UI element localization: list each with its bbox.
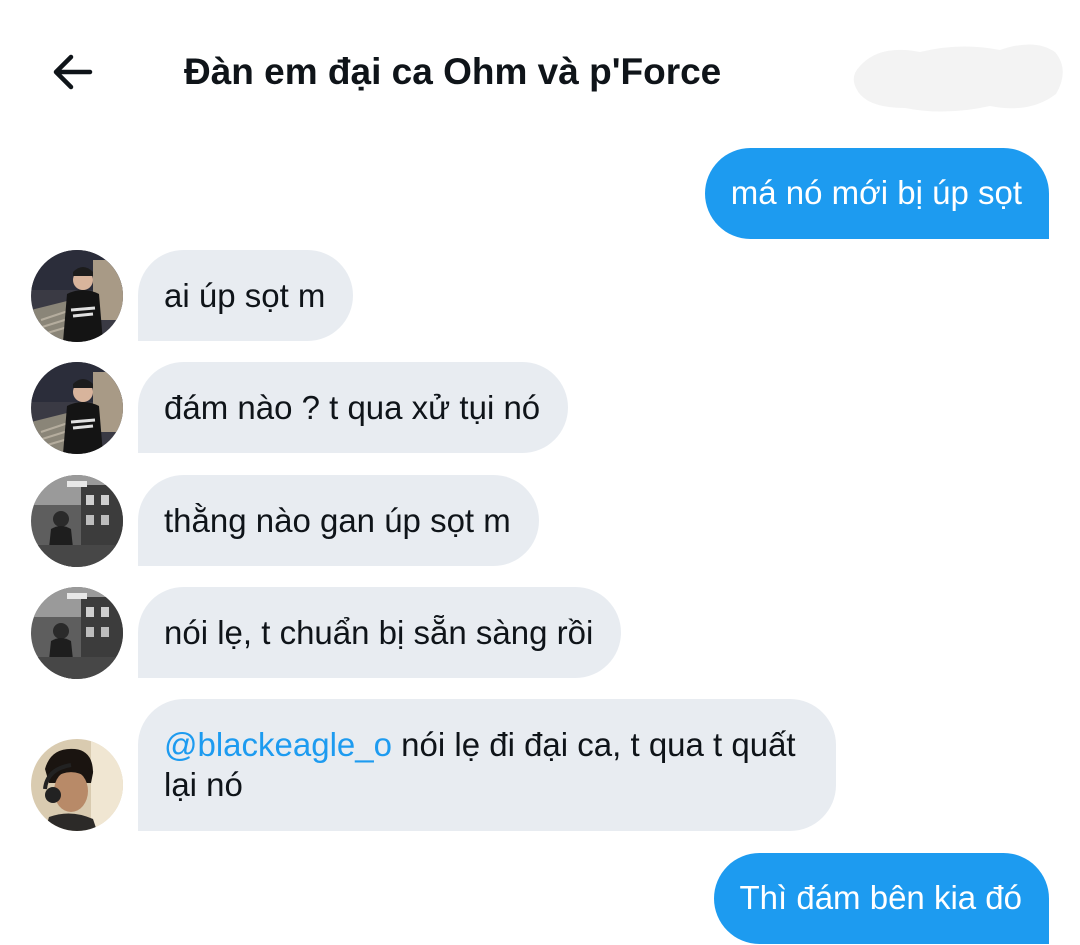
message-text: má nó mới bị úp sọt — [730, 174, 1022, 211]
avatar[interactable] — [31, 362, 123, 454]
avatar[interactable] — [31, 250, 123, 342]
message-outgoing[interactable]: má nó mới bị úp sọt — [704, 148, 1049, 239]
message-text: Thì đám bên kia đó — [739, 879, 1023, 916]
redacted-blur — [850, 36, 1070, 116]
back-button[interactable] — [44, 44, 100, 100]
message-text: nói lẹ, t chuẩn bị sẵn sàng rồi — [164, 614, 594, 651]
conversation-title: Đàn em đại ca Ohm và p'Force — [184, 51, 722, 92]
arrow-left-icon — [53, 54, 93, 90]
message-incoming[interactable]: ai úp sọt m — [138, 250, 354, 341]
avatar[interactable] — [31, 739, 123, 831]
avatar[interactable] — [31, 587, 123, 679]
message-text: ai úp sọt m — [164, 277, 326, 314]
avatar[interactable] — [31, 475, 123, 567]
message-incoming[interactable]: @blackeagle_o nói lẹ đi đại ca, t qua t … — [138, 699, 836, 831]
mention-link[interactable]: @blackeagle_o — [164, 726, 392, 763]
message-incoming[interactable]: nói lẹ, t chuẩn bị sẵn sàng rồi — [138, 587, 622, 678]
message-text: thằng nào gan úp sọt m — [164, 502, 511, 539]
message-incoming[interactable]: thằng nào gan úp sọt m — [138, 475, 539, 566]
message-outgoing[interactable]: Thì đám bên kia đó — [713, 853, 1049, 944]
conversation-header: Đàn em đại ca Ohm và p'Force — [0, 0, 1080, 140]
message-incoming[interactable]: đám nào ? t qua xử tụi nó — [138, 362, 569, 453]
message-text: đám nào ? t qua xử tụi nó — [164, 389, 541, 426]
